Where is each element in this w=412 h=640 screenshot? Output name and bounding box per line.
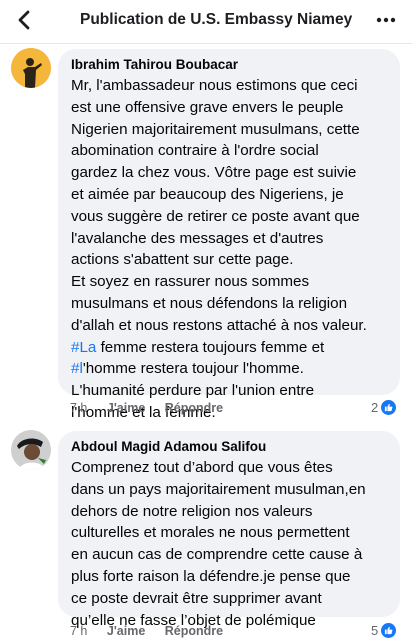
comment-line: Mr, l'ambassadeur nous estimons que ceci [71, 75, 388, 97]
comment-line: #l'homme restera toujour l'homme. [71, 358, 388, 380]
comment-text-segment: L'humanité perdure par l'union entre [71, 382, 315, 400]
comment-line: d'allah et nous restons attaché à nos va… [71, 315, 388, 337]
comment-text-segment: actions s'abattent sur cette page. [71, 251, 294, 269]
comment-text-segment: dehors de notre religion nos valeurs [71, 502, 313, 520]
chevron-left-icon [18, 10, 30, 30]
comment-line: Nigerien majoritairement musulmans, cett… [71, 119, 388, 141]
comment-line: plus forte raison la défendre.je pense q… [71, 566, 388, 588]
avatar[interactable] [11, 48, 51, 88]
thumbs-up-icon [381, 623, 397, 638]
person-photo-icon [11, 430, 51, 470]
comment-text-segment: musulmans et nous défendons la religion [71, 294, 348, 312]
comment-author[interactable]: Ibrahim Tahirou Boubacar [71, 56, 388, 73]
comment-line: l'avalanche des messages et d'autres [71, 228, 388, 250]
reaction-count[interactable]: 5 [371, 623, 397, 638]
avatar[interactable] [11, 430, 51, 470]
comment-time: 7 h [70, 624, 88, 638]
comment-text-segment: Et soyez en rassurer nous sommes [71, 273, 310, 291]
comment-text-segment: vous suggère de retirer ce poste avant q… [71, 207, 360, 225]
comment-line: #La femme restera toujours femme et [71, 337, 388, 359]
comment-text-segment: gardez la chez vous. Vôtre page est suiv… [71, 164, 357, 182]
comment-text-segment: en aucun cas de comprendre cette cause à [71, 546, 363, 564]
comment-line: dehors de notre religion nos valeurs [71, 501, 388, 523]
comment-text: Mr, l'ambassadeur nous estimons que ceci… [71, 75, 388, 424]
hashtag-link[interactable]: #l [71, 360, 83, 377]
comment-text-segment: est une offensive grave envers le peuple [71, 98, 344, 116]
comment-line: gardez la chez vous. Vôtre page est suiv… [71, 162, 388, 184]
reply-button[interactable]: Répondre [165, 624, 223, 638]
comment-line: actions s'abattent sur cette page. [71, 249, 388, 271]
comment-line: dans un pays majoritairement musulman,en [71, 479, 388, 501]
reaction-number: 5 [371, 623, 379, 638]
comment-text-segment: plus forte raison la défendre.je pense q… [71, 567, 351, 585]
comment-time: 7 h [70, 401, 88, 415]
more-options-button[interactable] [374, 8, 398, 32]
top-bar: Publication de U.S. Embassy Niamey [0, 0, 412, 44]
comment-text-segment: dans un pays majoritairement musulman,en [71, 480, 366, 498]
comment-text-segment: 'homme restera toujour l'homme. [82, 360, 304, 378]
comment-line: culturelles et morales ne nous permetten… [71, 522, 388, 544]
reaction-count[interactable]: 2 [371, 400, 397, 415]
comment-line: en aucun cas de comprendre cette cause à [71, 544, 388, 566]
comment-line: L'humanité perdure par l'union entre [71, 380, 388, 402]
like-button[interactable]: J'aime [107, 401, 145, 415]
comment-line: musulmans et nous défendons la religion [71, 293, 388, 315]
comment-bubble[interactable]: Ibrahim Tahirou Boubacar Mr, l'ambassade… [58, 49, 400, 421]
comment-line: ce poste devrait être supprimer avant [71, 588, 388, 610]
more-horizontal-icon [376, 17, 396, 23]
comment-text-segment: Nigerien majoritairement musulmans, cett… [71, 120, 360, 138]
comment-line: Comprenez tout d’abord que vous êtes [71, 457, 388, 479]
comment-text-segment: abomination contraire à l'ordre social [71, 142, 319, 160]
page-title: Publication de U.S. Embassy Niamey [80, 11, 353, 28]
comment-actions: 7 h J'aime Répondre [70, 624, 239, 638]
comment-text-segment: culturelles et morales ne nous permetten… [71, 524, 350, 542]
person-silhouette-icon [11, 48, 51, 88]
comment-text-segment: et aimée par beaucoup des Nigeriens, je [71, 185, 344, 203]
comment-line: est une offensive grave envers le peuple [71, 97, 388, 119]
comment-actions: 7 h J'aime Répondre [70, 401, 239, 415]
comment-text-segment: Mr, l'ambassadeur nous estimons que ceci [71, 77, 358, 94]
comment-text-segment: femme restera toujours femme et [96, 338, 325, 356]
comment-bubble[interactable]: Abdoul Magid Adamou Salifou Comprenez to… [58, 431, 400, 629]
like-button[interactable]: J'aime [107, 624, 145, 638]
comment-line: vous suggère de retirer ce poste avant q… [71, 206, 388, 228]
back-button[interactable] [10, 6, 38, 34]
thumbs-up-icon [381, 400, 397, 415]
comment-author[interactable]: Abdoul Magid Adamou Salifou [71, 438, 388, 455]
comment-text-segment: ce poste devrait être supprimer avant [71, 589, 322, 607]
hashtag-link[interactable]: #La [71, 339, 96, 356]
comment-line: abomination contraire à l'ordre social [71, 140, 388, 162]
comment-line: et aimée par beaucoup des Nigeriens, je [71, 184, 388, 206]
comment-text: Comprenez tout d’abord que vous êtes dans… [71, 457, 388, 631]
comment-text-segment: l'avalanche des messages et d'autres [71, 229, 324, 247]
reply-button[interactable]: Répondre [165, 401, 223, 415]
comment-text-segment: Comprenez tout d’abord que vous êtes [71, 459, 333, 476]
comment-text-segment: d'allah et nous restons attaché à nos va… [71, 316, 367, 334]
reaction-number: 2 [371, 400, 379, 415]
comment-line: Et soyez en rassurer nous sommes [71, 271, 388, 293]
